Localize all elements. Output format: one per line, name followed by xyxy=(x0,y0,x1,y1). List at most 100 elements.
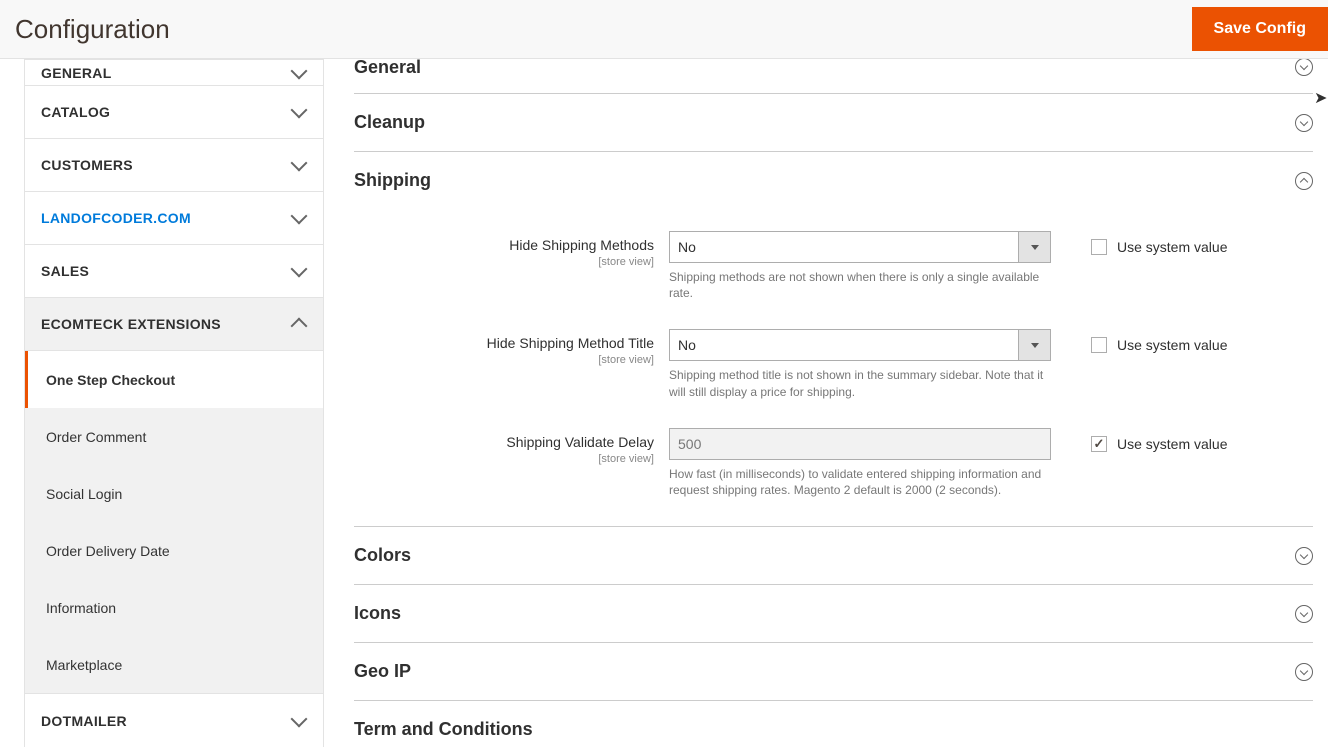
use-system-value-checkbox[interactable] xyxy=(1091,436,1107,452)
field-label: Hide Shipping Methods xyxy=(509,237,654,253)
section-geoip[interactable]: Geo IP xyxy=(354,643,1313,701)
sub-item-label: Order Delivery Date xyxy=(46,543,170,559)
page-title: Configuration xyxy=(15,14,170,45)
hide-shipping-method-title-select[interactable]: No xyxy=(669,329,1051,361)
sidebar-item-customers[interactable]: CUSTOMERS xyxy=(24,139,324,192)
hide-shipping-methods-select[interactable]: No xyxy=(669,231,1051,263)
sub-item-one-step-checkout[interactable]: One Step Checkout xyxy=(25,351,323,408)
chevron-down-icon xyxy=(1300,608,1308,616)
chevron-down-icon xyxy=(291,710,308,727)
section-title: Shipping xyxy=(354,170,431,191)
select-value: No xyxy=(670,337,696,353)
sidebar-item-dotmailer[interactable]: DOTMAILER xyxy=(24,694,324,747)
select-dropdown-button xyxy=(1018,330,1050,360)
main-layout: GENERAL CATALOG CUSTOMERS LANDOFCODER.CO… xyxy=(0,59,1328,752)
field-hint: Shipping methods are not shown when ther… xyxy=(669,269,1051,301)
section-title: Geo IP xyxy=(354,661,411,682)
chevron-down-icon xyxy=(1300,62,1308,70)
chevron-down-icon xyxy=(1031,245,1039,250)
select-value: No xyxy=(670,239,696,255)
field-label-col: Shipping Validate Delay [store view] xyxy=(354,428,669,498)
sub-item-social-login[interactable]: Social Login xyxy=(25,465,323,522)
sidebar-item-catalog[interactable]: CATALOG xyxy=(24,86,324,139)
sub-item-marketplace[interactable]: Marketplace xyxy=(25,636,323,693)
checkbox-label: Use system value xyxy=(1117,337,1227,353)
field-control-col: How fast (in milliseconds) to validate e… xyxy=(669,428,1051,498)
sidebar-item-general[interactable]: GENERAL xyxy=(24,59,324,86)
chevron-down-icon xyxy=(1031,343,1039,348)
section-terms[interactable]: Term and Conditions xyxy=(354,701,1313,740)
sidebar-item-ecomteck[interactable]: ECOMTECK EXTENSIONS xyxy=(24,298,324,351)
expand-icon xyxy=(1295,114,1313,132)
sidebar-item-sales[interactable]: SALES xyxy=(24,245,324,298)
field-hint: How fast (in milliseconds) to validate e… xyxy=(669,466,1051,498)
section-title: Colors xyxy=(354,545,411,566)
section-icons[interactable]: Icons xyxy=(354,585,1313,643)
field-control-col: No Shipping method title is not shown in… xyxy=(669,329,1051,399)
section-shipping[interactable]: Shipping xyxy=(354,152,1313,209)
chevron-up-icon xyxy=(1300,177,1308,185)
section-colors[interactable]: Colors xyxy=(354,527,1313,585)
chevron-down-icon xyxy=(291,62,308,79)
sub-item-label: Order Comment xyxy=(46,429,146,445)
shipping-validate-delay-input[interactable] xyxy=(669,428,1051,460)
shipping-section-body: Hide Shipping Methods [store view] No Sh… xyxy=(354,209,1313,527)
sidebar-item-label: DOTMAILER xyxy=(41,713,127,729)
sidebar-item-label: CATALOG xyxy=(41,104,110,120)
save-config-button[interactable]: Save Config xyxy=(1192,7,1328,51)
chevron-down-icon xyxy=(1300,666,1308,674)
expand-icon xyxy=(1295,663,1313,681)
field-label-col: Hide Shipping Method Title [store view] xyxy=(354,329,669,399)
sidebar-item-label: LANDOFCODER.COM xyxy=(41,210,191,226)
sidebar-item-landofcoder[interactable]: LANDOFCODER.COM xyxy=(24,192,324,245)
chevron-down-icon xyxy=(1300,550,1308,558)
chevron-down-icon xyxy=(291,102,308,119)
field-hint: Shipping method title is not shown in th… xyxy=(669,367,1051,399)
expand-icon xyxy=(1295,547,1313,565)
field-control-col: No Shipping methods are not shown when t… xyxy=(669,231,1051,301)
field-checkbox-col: Use system value xyxy=(1051,231,1227,263)
expand-icon xyxy=(1295,605,1313,623)
sub-item-order-delivery-date[interactable]: Order Delivery Date xyxy=(25,522,323,579)
sidebar-item-label: SALES xyxy=(41,263,89,279)
chevron-down-icon xyxy=(291,155,308,172)
section-title: General xyxy=(354,59,421,78)
field-scope: [store view] xyxy=(354,453,654,465)
section-general[interactable]: General xyxy=(354,59,1313,94)
sidebar-sub-panel: One Step Checkout Order Comment Social L… xyxy=(24,351,324,694)
chevron-up-icon xyxy=(291,318,308,335)
section-title: Term and Conditions xyxy=(354,719,533,740)
chevron-down-icon xyxy=(291,261,308,278)
field-label: Shipping Validate Delay xyxy=(506,434,654,450)
sidebar-item-label: GENERAL xyxy=(41,65,112,81)
chevron-down-icon xyxy=(1300,117,1308,125)
sidebar-item-label: ECOMTECK EXTENSIONS xyxy=(41,316,221,332)
sub-item-label: One Step Checkout xyxy=(46,372,175,388)
sub-item-information[interactable]: Information xyxy=(25,579,323,636)
section-title: Icons xyxy=(354,603,401,624)
expand-icon xyxy=(1295,59,1313,76)
select-dropdown-button xyxy=(1018,232,1050,262)
top-bar: Configuration Save Config xyxy=(0,0,1328,59)
section-cleanup[interactable]: Cleanup xyxy=(354,94,1313,152)
content: General Cleanup Shipping Hide Shipping M… xyxy=(324,59,1328,752)
field-scope: [store view] xyxy=(354,354,654,366)
section-title: Cleanup xyxy=(354,112,425,133)
field-hide-shipping-methods: Hide Shipping Methods [store view] No Sh… xyxy=(354,231,1313,301)
checkbox-label: Use system value xyxy=(1117,239,1227,255)
use-system-value-checkbox[interactable] xyxy=(1091,239,1107,255)
sidebar-item-label: CUSTOMERS xyxy=(41,157,133,173)
field-checkbox-col: Use system value xyxy=(1051,329,1227,361)
use-system-value-checkbox[interactable] xyxy=(1091,337,1107,353)
checkbox-label: Use system value xyxy=(1117,436,1227,452)
sub-item-label: Information xyxy=(46,600,116,616)
field-scope: [store view] xyxy=(354,256,654,268)
chevron-down-icon xyxy=(291,208,308,225)
field-checkbox-col: Use system value xyxy=(1051,428,1227,460)
collapse-icon xyxy=(1295,172,1313,190)
sub-item-label: Social Login xyxy=(46,486,122,502)
sub-item-order-comment[interactable]: Order Comment xyxy=(25,408,323,465)
field-hide-shipping-method-title: Hide Shipping Method Title [store view] … xyxy=(354,329,1313,399)
field-shipping-validate-delay: Shipping Validate Delay [store view] How… xyxy=(354,428,1313,498)
field-label: Hide Shipping Method Title xyxy=(487,335,654,351)
